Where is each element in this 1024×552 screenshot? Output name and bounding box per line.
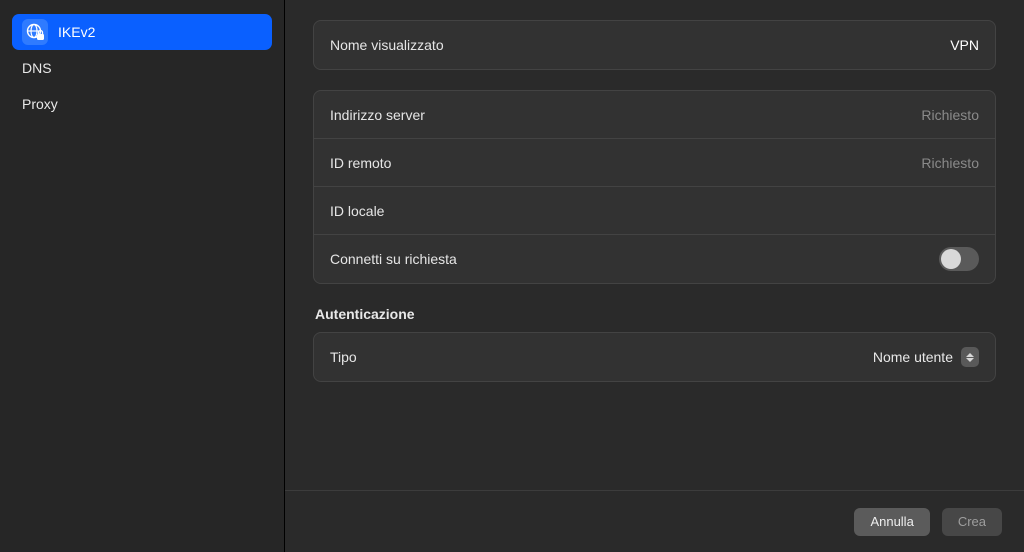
group-display-name: Nome visualizzato — [313, 20, 996, 70]
row-display-name[interactable]: Nome visualizzato — [314, 21, 995, 69]
remote-id-input[interactable] — [798, 155, 979, 171]
label-server-address: Indirizzo server — [330, 107, 425, 123]
sidebar-item-label: DNS — [22, 60, 52, 76]
sidebar: IKEv2 DNS Proxy — [0, 0, 285, 552]
sidebar-item-label: IKEv2 — [58, 24, 95, 40]
sidebar-item-label: Proxy — [22, 96, 58, 112]
auth-type-value: Nome utente — [873, 349, 953, 365]
label-local-id: ID locale — [330, 203, 384, 219]
main-panel: Nome visualizzato Indirizzo server ID re… — [285, 0, 1024, 552]
row-remote-id[interactable]: ID remoto — [314, 139, 995, 187]
sidebar-item-dns[interactable]: DNS — [12, 50, 272, 86]
server-address-input[interactable] — [798, 107, 979, 123]
row-local-id[interactable]: ID locale — [314, 187, 995, 235]
updown-caret-icon — [961, 347, 979, 367]
group-authentication: Tipo Nome utente — [313, 332, 996, 382]
form-scroll[interactable]: Nome visualizzato Indirizzo server ID re… — [285, 0, 1024, 490]
display-name-input[interactable] — [798, 37, 979, 53]
toggle-knob — [941, 249, 961, 269]
label-auth-type: Tipo — [330, 349, 357, 365]
sidebar-item-ikev2[interactable]: IKEv2 — [12, 14, 272, 50]
cancel-button[interactable]: Annulla — [854, 508, 929, 536]
sidebar-item-proxy[interactable]: Proxy — [12, 86, 272, 122]
section-title-auth: Autenticazione — [315, 306, 994, 322]
connect-on-demand-toggle[interactable] — [939, 247, 979, 271]
row-server-address[interactable]: Indirizzo server — [314, 91, 995, 139]
row-connect-on-demand: Connetti su richiesta — [314, 235, 995, 283]
row-auth-type[interactable]: Tipo Nome utente — [314, 333, 995, 381]
label-display-name: Nome visualizzato — [330, 37, 444, 53]
footer: Annulla Crea — [285, 490, 1024, 552]
globe-lock-icon — [22, 19, 48, 45]
group-connection: Indirizzo server ID remoto ID locale Con… — [313, 90, 996, 284]
label-connect-on-demand: Connetti su richiesta — [330, 251, 457, 267]
create-button[interactable]: Crea — [942, 508, 1002, 536]
auth-type-select[interactable]: Nome utente — [873, 347, 979, 367]
local-id-input[interactable] — [798, 203, 979, 219]
label-remote-id: ID remoto — [330, 155, 391, 171]
